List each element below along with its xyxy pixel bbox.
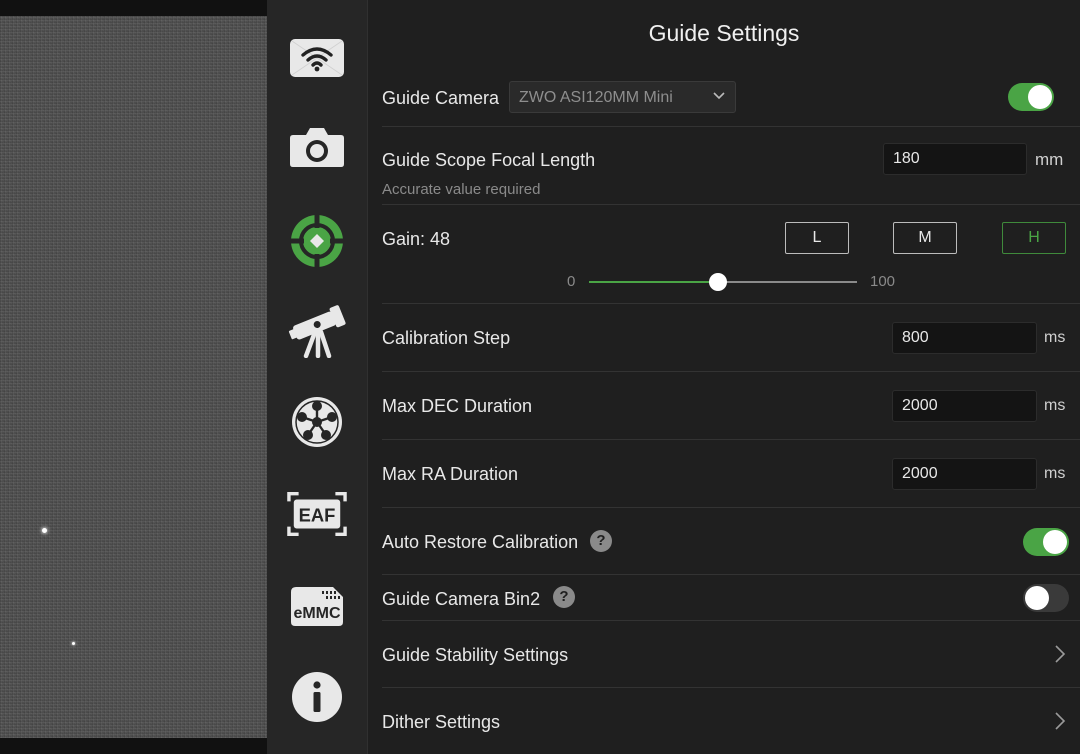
max-ra-row: Max RA Duration ms	[382, 440, 1080, 508]
slider-thumb[interactable]	[708, 273, 727, 291]
sidebar-item-filter-wheel[interactable]	[287, 392, 347, 452]
calibration-step-row: Calibration Step ms	[382, 304, 1080, 372]
slider-fill	[589, 281, 718, 283]
calibration-step-unit: ms	[1044, 329, 1066, 346]
dither-settings-row[interactable]: Dither Settings	[382, 688, 1080, 754]
guide-stability-row[interactable]: Guide Stability Settings	[382, 621, 1080, 688]
gain-high-button[interactable]: H	[1002, 222, 1066, 254]
guide-stability-label: Guide Stability Settings	[382, 645, 569, 665]
sidebar-item-wifi[interactable]	[287, 28, 347, 88]
guide-star	[42, 528, 47, 533]
focal-length-row: Guide Scope Focal Length Accurate value …	[382, 127, 1080, 205]
eaf-icon: EAF	[287, 491, 347, 537]
max-dec-input[interactable]	[892, 390, 1037, 422]
eaf-icon-label: EAF	[299, 505, 336, 526]
gain-low-button[interactable]: L	[785, 222, 849, 254]
sidebar-item-mount[interactable]	[287, 301, 347, 361]
sidebar-item-eaf[interactable]: EAF	[287, 484, 347, 544]
focal-length-unit: mm	[1035, 150, 1064, 169]
guide-camera-row: Guide Camera ZWO ASI120MM Mini	[382, 0, 1080, 127]
max-ra-label: Max RA Duration	[382, 464, 519, 484]
sidebar-item-info[interactable]	[287, 667, 347, 727]
calibration-step-input[interactable]	[892, 322, 1037, 354]
sidebar-item-guide[interactable]	[287, 211, 347, 271]
calibration-step-label: Calibration Step	[382, 328, 511, 348]
auto-restore-label: Auto Restore Calibration	[382, 532, 579, 552]
bin2-label: Guide Camera Bin2	[382, 589, 541, 609]
emmc-icon-label: eMMC	[293, 605, 341, 622]
info-icon	[292, 672, 342, 722]
max-dec-unit: ms	[1044, 397, 1066, 414]
wifi-icon	[290, 39, 344, 77]
max-ra-unit: ms	[1044, 465, 1066, 482]
auto-restore-row: Auto Restore Calibration ?	[382, 508, 1080, 575]
emmc-icon: eMMC	[291, 587, 343, 626]
auto-restore-help-icon[interactable]: ?	[590, 530, 612, 552]
sidebar-item-emmc[interactable]: eMMC	[287, 576, 347, 636]
dither-settings-label: Dither Settings	[382, 712, 501, 732]
chevron-right-icon	[1055, 712, 1066, 730]
guide-camera-select[interactable]: ZWO ASI120MM Mini	[509, 81, 736, 113]
guide-crosshair-icon	[290, 214, 344, 268]
focal-length-input[interactable]	[883, 143, 1027, 175]
focal-length-label: Guide Scope Focal Length	[382, 150, 596, 170]
max-dec-label: Max DEC Duration	[382, 396, 533, 416]
bin2-help-icon[interactable]: ?	[553, 586, 575, 608]
sidebar-item-camera[interactable]	[287, 116, 347, 176]
guide-star	[72, 642, 75, 645]
guide-image-frame[interactable]	[0, 16, 267, 738]
bin2-toggle[interactable]	[1023, 584, 1069, 612]
toggle-knob	[1025, 586, 1049, 610]
focal-length-hint: Accurate value required	[382, 181, 541, 198]
telescope-icon	[288, 305, 346, 358]
bin2-row: Guide Camera Bin2 ?	[382, 575, 1080, 621]
max-ra-input[interactable]	[892, 458, 1037, 490]
chevron-right-icon	[1055, 645, 1066, 663]
gain-min-label: 0	[567, 273, 576, 290]
auto-restore-toggle[interactable]	[1023, 528, 1069, 556]
gain-medium-button[interactable]: M	[893, 222, 957, 254]
toggle-knob	[1028, 85, 1052, 109]
camera-icon	[290, 128, 344, 167]
device-sidebar: EAF eMMC	[267, 0, 368, 754]
guide-settings-panel: Guide Settings Guide Camera ZWO ASI120MM…	[368, 0, 1080, 754]
guide-camera-toggle[interactable]	[1008, 83, 1054, 111]
guide-camera-label: Guide Camera	[382, 88, 500, 108]
chevron-down-icon	[713, 92, 725, 100]
camera-preview	[0, 0, 267, 754]
gain-label: Gain: 48	[382, 229, 451, 249]
max-dec-row: Max DEC Duration ms	[382, 372, 1080, 440]
toggle-knob	[1043, 530, 1067, 554]
guide-camera-value: ZWO ASI120MM Mini	[519, 89, 673, 106]
gain-max-label: 100	[870, 273, 896, 290]
filter-wheel-icon	[292, 397, 342, 447]
gain-slider[interactable]	[589, 272, 857, 292]
